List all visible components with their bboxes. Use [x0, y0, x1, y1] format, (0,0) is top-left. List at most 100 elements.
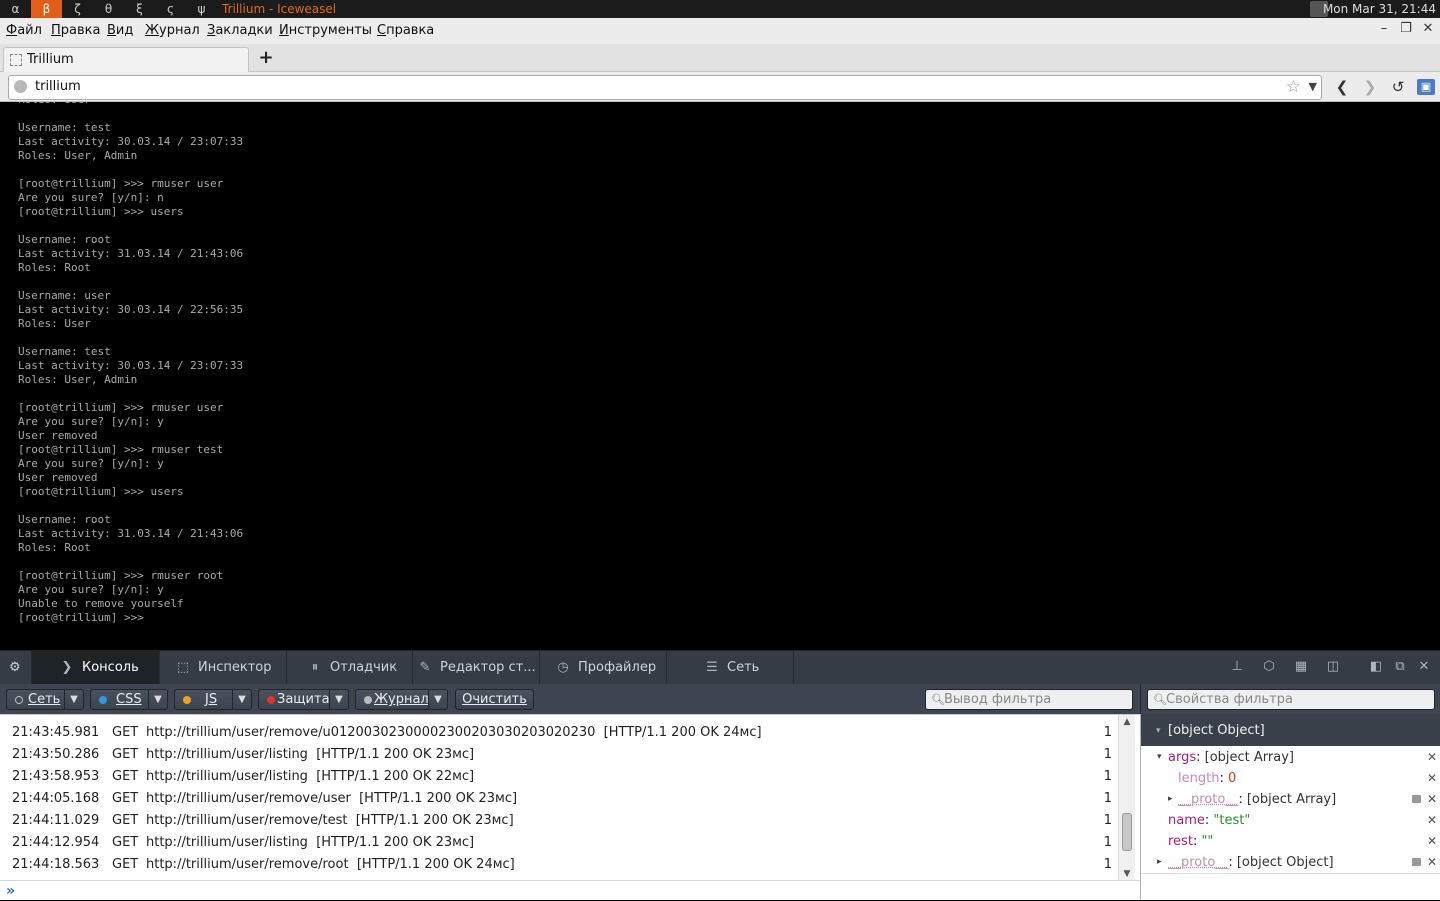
log-request[interactable]: http://trillium/user/remove/u01200302300… [146, 722, 762, 744]
back-icon[interactable]: ❮ [1333, 77, 1351, 97]
delete-icon[interactable]: ✕ [1427, 831, 1437, 852]
responsive-mode-icon[interactable]: ◫ [1325, 659, 1341, 675]
filter-net-dropdown-icon[interactable]: ▼ [64, 690, 83, 709]
workspace-2[interactable]: β [31, 0, 62, 18]
lock-icon [1412, 858, 1421, 866]
log-url[interactable]: http://trillium/user/remove/u01200302300… [146, 725, 595, 740]
menu-view[interactable]: Вид [107, 18, 133, 44]
delete-icon[interactable]: ✕ [1427, 789, 1437, 810]
log-request[interactable]: http://trillium/user/remove/test [HTTP/1… [146, 810, 514, 832]
browser-tab[interactable]: Trillium [3, 47, 249, 74]
var-row-args[interactable]: ▾ args: [object Array] ✕ [1141, 747, 1440, 768]
expand-arrow-icon[interactable]: ▸ [1157, 852, 1162, 873]
close-window-icon[interactable]: ✕ [1420, 21, 1436, 36]
tab-profiler[interactable]: ◷ Профайлер [540, 651, 667, 684]
expand-arrow-icon[interactable]: ▸ [1168, 789, 1173, 810]
filter-security-button[interactable]: Защита ▼ [258, 689, 349, 710]
console-scrollbar[interactable]: ▲ ▼ [1118, 715, 1135, 881]
tab-inspector[interactable]: ⬚ Инспектор [160, 651, 287, 684]
log-row[interactable]: 21:43:58.953 GET 1 http://trillium/user/lis… [0, 766, 1118, 788]
menu-tools[interactable]: Инструменты [279, 18, 372, 44]
tab-network[interactable]: ☰ Сеть [667, 651, 794, 684]
tab-style-editor[interactable]: ✎ Редактор ст... [413, 651, 540, 684]
forward-icon[interactable]: ❯ [1361, 77, 1379, 97]
console-input[interactable]: » [0, 880, 1140, 900]
log-row[interactable]: 21:43:45.981 GET 1 http://trillium/user/rem… [0, 722, 1118, 744]
log-url[interactable]: http://trillium/user/listing [146, 835, 308, 850]
var-row-args-proto[interactable]: ▸ __proto__: [object Array] ✕ [1141, 789, 1440, 810]
expand-arrow-icon[interactable]: ▾ [1157, 747, 1162, 768]
tab-debugger[interactable]: ⏸ Отладчик [287, 651, 413, 684]
log-url[interactable]: http://trillium/user/remove/test [146, 813, 347, 828]
workspace-6[interactable]: ς [155, 0, 186, 18]
menu-edit[interactable]: Правка [51, 18, 100, 44]
properties-filter-input[interactable]: 🔍︎ Свойства фильтра [1147, 689, 1435, 710]
workspace-7[interactable]: ψ [186, 0, 217, 18]
url-dropdown-icon[interactable]: ▼ [1309, 76, 1317, 98]
log-row[interactable]: 21:44:11.029 GET 1 http://trillium/user/rem… [0, 810, 1118, 832]
log-request[interactable]: http://trillium/user/listing [HTTP/1.1 2… [146, 766, 474, 788]
workspace-1[interactable]: α [0, 0, 31, 18]
log-repeat-count: 1 [1103, 835, 1112, 850]
log-row[interactable]: 21:44:18.563 GET 1 http://trillium/user/rem… [0, 854, 1118, 876]
menu-history[interactable]: Журнал [145, 18, 200, 44]
delete-icon[interactable]: ✕ [1427, 768, 1437, 789]
filter-css-dropdown-icon[interactable]: ▼ [148, 690, 167, 709]
tab-console[interactable]: ❯ Консоль [32, 651, 160, 684]
log-row[interactable]: 21:44:05.168 GET 1 http://trillium/user/rem… [0, 788, 1118, 810]
menu-bookmarks[interactable]: Закладки [207, 18, 273, 44]
var-row-length[interactable]: length: 0 ✕ [1141, 768, 1440, 789]
workspace-4[interactable]: θ [93, 0, 124, 18]
output-filter-input[interactable]: 🔍︎ Вывод фильтра [925, 689, 1133, 710]
menu-file[interactable]: Файл [6, 18, 42, 44]
log-url[interactable]: http://trillium/user/remove/root [146, 857, 349, 872]
delete-icon[interactable]: ✕ [1427, 852, 1437, 873]
reload-icon[interactable]: ↺ [1389, 77, 1407, 97]
url-text[interactable]: trillium [35, 76, 81, 98]
minimize-icon[interactable]: – [1376, 21, 1392, 36]
filter-log-button[interactable]: Журнал ▼ [355, 689, 448, 710]
pick-element-icon[interactable]: ⊥ [1229, 659, 1245, 675]
new-tab-button[interactable]: + [258, 47, 274, 69]
scroll-down-icon[interactable]: ▼ [1119, 869, 1135, 879]
filter-js-dropdown-icon[interactable]: ▼ [232, 690, 251, 709]
var-row-name[interactable]: name: "test" ✕ [1141, 810, 1440, 831]
url-bar[interactable]: trillium ☆ ▼ [8, 75, 1322, 100]
delete-icon[interactable]: ✕ [1427, 747, 1437, 768]
log-request[interactable]: http://trillium/user/listing [HTTP/1.1 2… [146, 832, 474, 854]
log-url[interactable]: http://trillium/user/listing [146, 747, 308, 762]
undock-window-icon[interactable]: ⧉ [1392, 659, 1408, 675]
restore-icon[interactable]: ❐ [1398, 21, 1414, 36]
dock-side-icon[interactable]: ◧ [1368, 659, 1384, 675]
addon-image-icon[interactable]: ▣ [1417, 79, 1435, 95]
close-devtools-icon[interactable]: ✕ [1416, 659, 1432, 675]
clear-console-button[interactable]: Очистить [455, 689, 534, 710]
workspace-5[interactable]: ξ [124, 0, 155, 18]
var-row-proto[interactable]: ▸ __proto__: [object Object] ✕ [1141, 852, 1440, 873]
filter-net-button[interactable]: Сеть ▼ [6, 689, 84, 710]
collapse-arrow-icon[interactable]: ▾ [1156, 714, 1161, 748]
filter-security-dropdown-icon[interactable]: ▼ [329, 690, 348, 709]
scrollbar-thumb[interactable] [1122, 813, 1132, 851]
filter-css-button[interactable]: CSS ▼ [90, 689, 168, 710]
bookmark-star-icon[interactable]: ☆ [1286, 76, 1301, 98]
filter-css-label: CSS [116, 692, 142, 707]
log-url[interactable]: http://trillium/user/remove/user [146, 791, 351, 806]
var-row-rest[interactable]: rest: "" ✕ [1141, 831, 1440, 852]
log-request[interactable]: http://trillium/user/remove/root [HTTP/1… [146, 854, 515, 876]
variables-header[interactable]: ▾ [object Object] [1141, 714, 1440, 746]
menu-help[interactable]: Справка [377, 18, 434, 44]
scroll-up-icon[interactable]: ▲ [1119, 717, 1135, 727]
log-url[interactable]: http://trillium/user/listing [146, 769, 308, 784]
filter-log-dropdown-icon[interactable]: ▼ [428, 690, 447, 709]
log-row[interactable]: 21:44:12.954 GET 1 http://trillium/user/lis… [0, 832, 1118, 854]
filter-js-button[interactable]: JS ▼ [174, 689, 252, 710]
log-row[interactable]: 21:43:50.286 GET 1 http://trillium/user/lis… [0, 744, 1118, 766]
log-request[interactable]: http://trillium/user/remove/user [HTTP/1… [146, 788, 517, 810]
scratchpad-icon[interactable]: ▦ [1293, 659, 1309, 675]
log-request[interactable]: http://trillium/user/listing [HTTP/1.1 2… [146, 744, 474, 766]
workspace-3[interactable]: ζ [62, 0, 93, 18]
3d-view-icon[interactable]: ⬡ [1261, 659, 1277, 675]
delete-icon[interactable]: ✕ [1427, 810, 1437, 831]
devtools-options-gear-icon[interactable]: ⚙ [0, 651, 32, 684]
